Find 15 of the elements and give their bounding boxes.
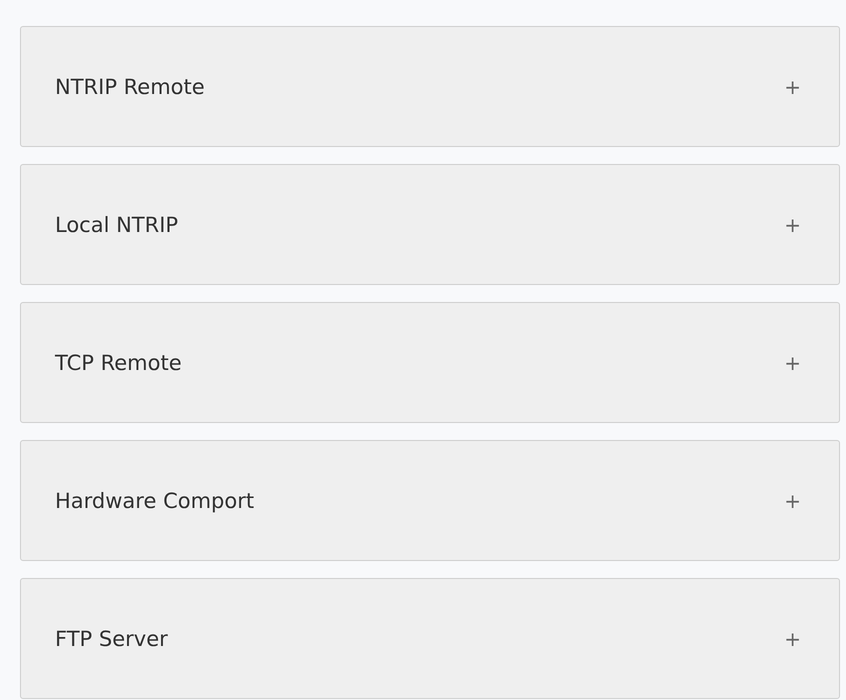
accordion-header[interactable]: FTP Server + — [20, 578, 840, 699]
expand-toggle[interactable]: + — [784, 488, 801, 512]
accordion-header[interactable]: NTRIP Remote + — [20, 26, 840, 147]
panel-title: FTP Server — [55, 626, 168, 650]
accordion-header[interactable]: Local NTRIP + — [20, 164, 840, 285]
expand-toggle[interactable]: + — [784, 626, 801, 650]
accordion-header[interactable]: Hardware Comport + — [20, 440, 840, 561]
panel-title: TCP Remote — [55, 350, 182, 374]
expand-toggle[interactable]: + — [784, 212, 801, 236]
expand-toggle[interactable]: + — [784, 350, 801, 374]
panel-title: NTRIP Remote — [55, 74, 205, 98]
accordion-header[interactable]: TCP Remote + — [20, 302, 840, 423]
panel-title: Hardware Comport — [55, 488, 254, 512]
panel-title: Local NTRIP — [55, 212, 178, 236]
expand-toggle[interactable]: + — [784, 74, 801, 98]
